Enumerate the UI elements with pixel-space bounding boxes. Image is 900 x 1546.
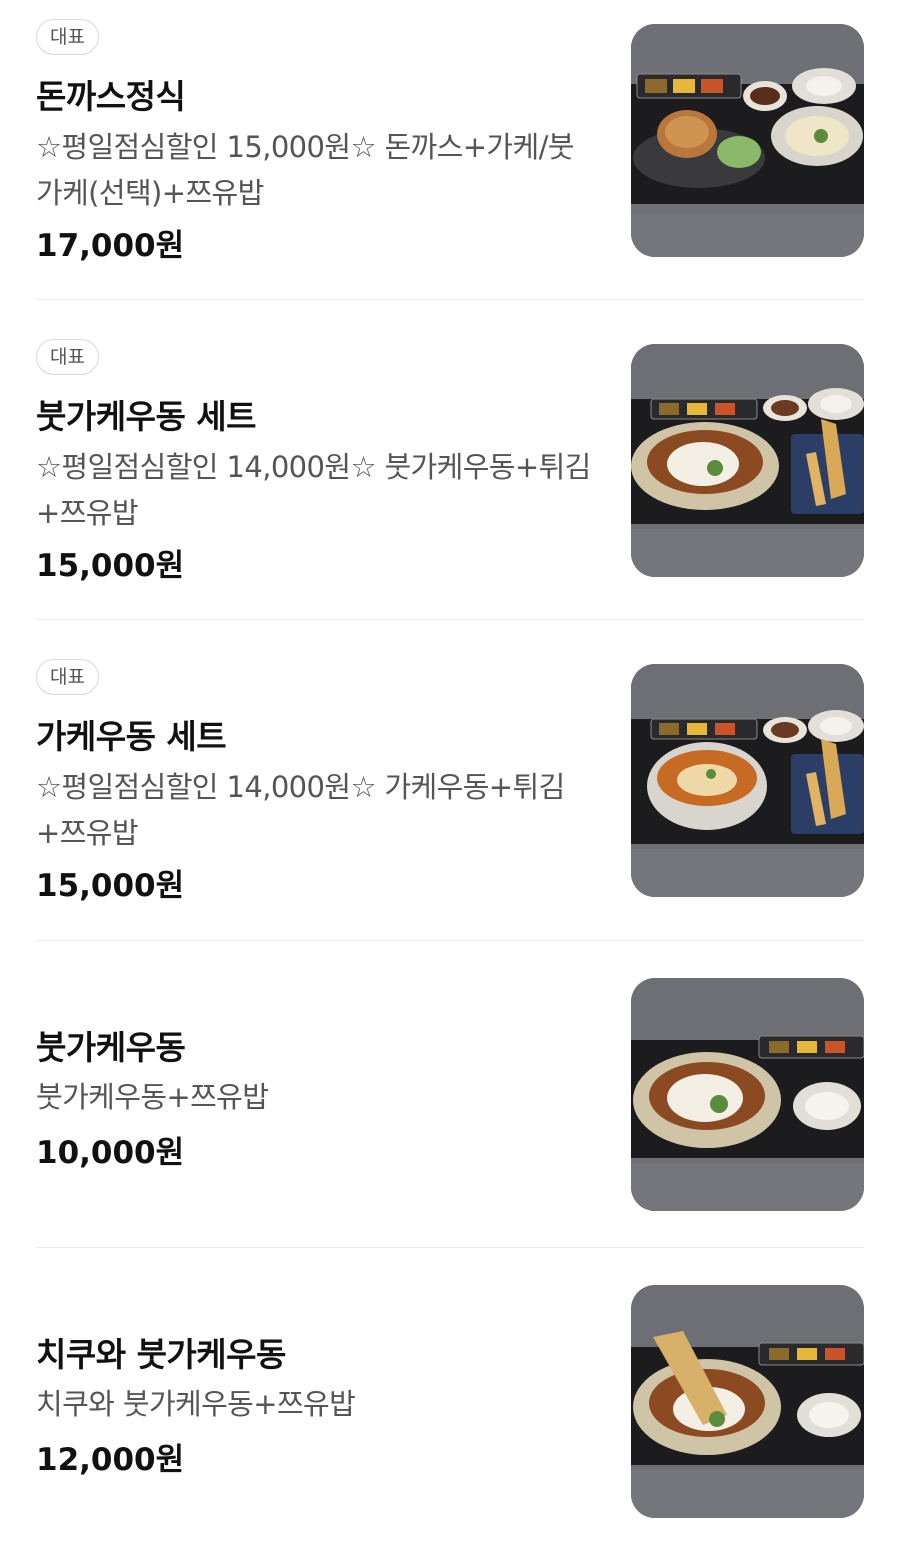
menu-item-description: ☆평일점심할인 15,000원☆ 돈까스+가케/붓가케(선택)+쯔유밥 (36, 130, 574, 210)
menu-item-description: ☆평일점심할인 14,000원☆ 붓가케우동+튀김+쯔유밥 (36, 450, 591, 530)
menu-item-price: 10,000원 (36, 1135, 185, 1171)
kake-udon-set-photo (631, 664, 864, 897)
representative-badge: 대표 (36, 19, 99, 55)
menu-item-name: 치쿠와 붓가케우동 (36, 1335, 286, 1374)
menu-item[interactable]: 대표 붓가케우동 세트 ☆평일점심할인 14,000원☆ 붓가케우동+튀김+쯔유… (36, 320, 864, 620)
divider (36, 940, 864, 941)
divider (36, 299, 864, 300)
divider (36, 1247, 864, 1248)
menu-item-price: 12,000원 (36, 1442, 185, 1478)
bukkake-udon-set-photo (631, 344, 864, 577)
representative-badge: 대표 (36, 339, 99, 375)
menu-item[interactable]: 치쿠와 붓가케우동 치쿠와 붓가케우동+쯔유밥 12,000원 (36, 1262, 864, 1546)
menu-item-name: 붓가케우동 세트 (36, 397, 257, 436)
menu-item-name: 붓가케우동 (36, 1028, 186, 1067)
menu-item-description: ☆평일점심할인 14,000원☆ 가케우동+튀김+쯔유밥 (36, 770, 565, 850)
menu-item-name: 가케우동 세트 (36, 717, 227, 756)
chikuwa-bukkake-udon-photo (631, 1285, 864, 1518)
menu-item[interactable]: 붓가케우동 붓가케우동+쯔유밥 10,000원 (36, 955, 864, 1248)
representative-badge: 대표 (36, 659, 99, 695)
menu-list: 대표 돈까스정식 ☆평일점심할인 15,000원☆ 돈까스+가케/붓가케(선택)… (0, 0, 900, 1546)
menu-item-price: 17,000원 (36, 228, 185, 264)
bukkake-udon-photo (631, 978, 864, 1211)
menu-item[interactable]: 대표 가케우동 세트 ☆평일점심할인 14,000원☆ 가케우동+튀김+쯔유밥 … (36, 640, 864, 941)
divider (36, 619, 864, 620)
menu-item[interactable]: 대표 돈까스정식 ☆평일점심할인 15,000원☆ 돈까스+가케/붓가케(선택)… (36, 0, 864, 300)
menu-item-description: 붓가케우동+쯔유밥 (36, 1080, 269, 1114)
menu-item-price: 15,000원 (36, 548, 185, 584)
menu-item-description: 치쿠와 붓가케우동+쯔유밥 (36, 1387, 356, 1421)
menu-item-price: 15,000원 (36, 868, 185, 904)
menu-item-name: 돈까스정식 (36, 77, 186, 116)
tonkatsu-set-photo (631, 24, 864, 257)
